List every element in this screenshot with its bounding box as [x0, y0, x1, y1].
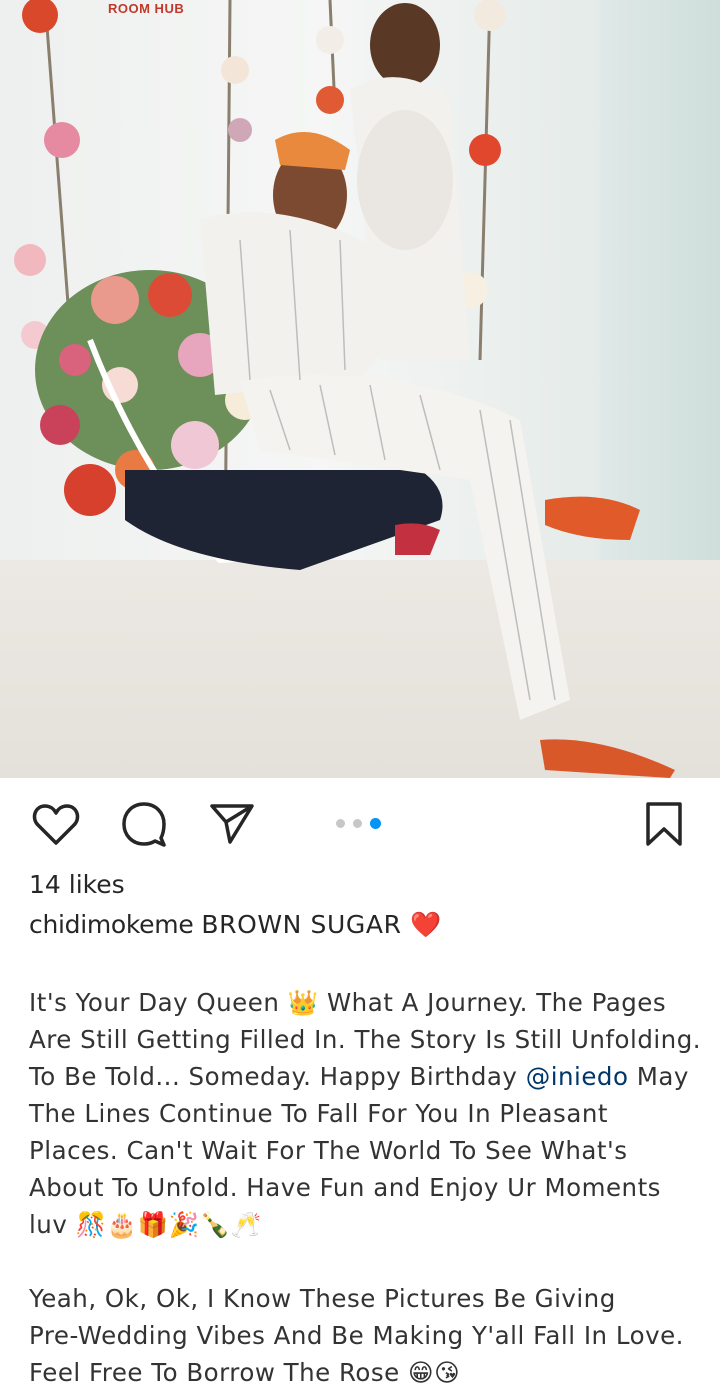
post-username[interactable]: chidimokeme	[29, 910, 194, 939]
photo-illustration	[14, 0, 675, 778]
heart-icon	[32, 802, 80, 850]
caption-paragraph-2: Yeah, Ok, Ok, I Know These Pictures Be G…	[29, 1284, 684, 1385]
comment-button[interactable]	[118, 800, 170, 852]
carousel-indicator	[336, 817, 388, 829]
post-action-bar	[0, 790, 720, 858]
save-button[interactable]	[638, 800, 690, 852]
mention-link[interactable]: @iniedo	[526, 1062, 629, 1091]
post-image[interactable]: ROOM HUB	[0, 0, 720, 778]
share-button[interactable]	[206, 800, 258, 852]
caption-paragraph-1: It's Your Day Queen 👑 What A Journey. Th…	[29, 984, 709, 1243]
carousel-dot	[336, 818, 345, 828]
bookmark-icon	[644, 801, 684, 851]
carousel-dot-active	[370, 817, 381, 829]
paper-plane-icon	[208, 802, 256, 850]
caption-title: BROWN SUGAR ❤️	[201, 910, 442, 939]
likes-count[interactable]: 14 likes	[29, 870, 125, 899]
like-button[interactable]	[30, 800, 82, 852]
carousel-dot	[353, 818, 362, 828]
comment-bubble-icon	[120, 800, 168, 852]
caption-header: chidimokeme BROWN SUGAR ❤️	[29, 910, 442, 940]
